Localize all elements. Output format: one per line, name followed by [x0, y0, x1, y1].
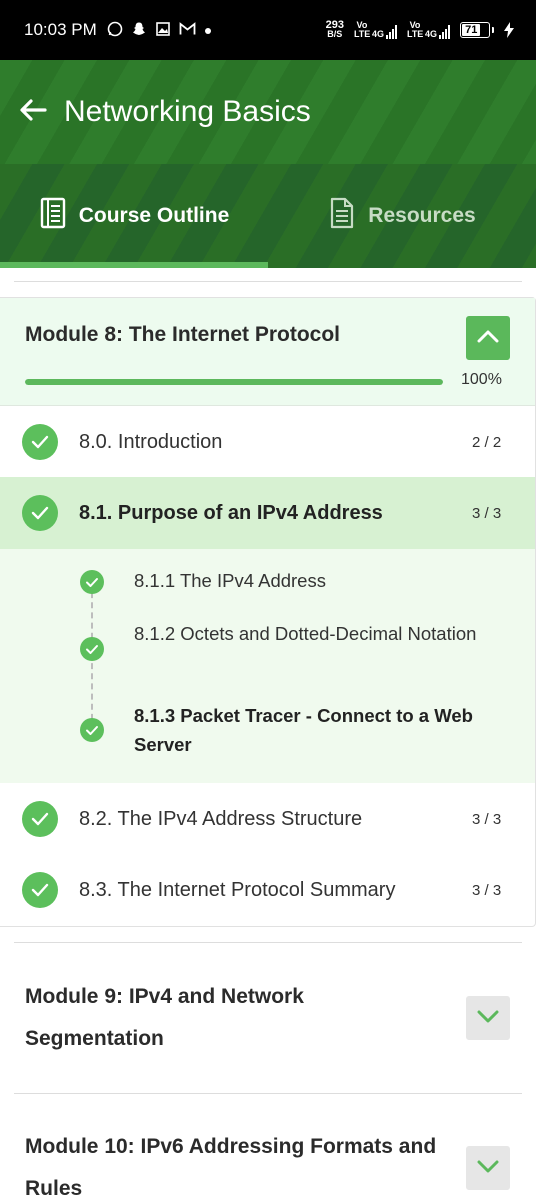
module-title[interactable]: Module 9: IPv4 and Network Segmentation — [25, 976, 445, 1060]
tab-course-outline[interactable]: Course Outline — [0, 164, 268, 268]
app-header: Networking Basics — [0, 60, 536, 164]
lesson-row[interactable]: 8.2. The IPv4 Address Structure 3 / 3 — [0, 783, 535, 855]
battery-icon: 71 — [460, 22, 494, 38]
whatsapp-icon — [107, 21, 123, 40]
check-circle-icon — [80, 718, 104, 742]
divider — [14, 1093, 522, 1094]
check-circle-icon — [80, 570, 104, 594]
status-right: 293 B/S Vo LTE 4G Vo LTE 4G 71 — [325, 19, 514, 39]
tab-resources[interactable]: Resources — [268, 164, 536, 268]
signal-bars-icon — [439, 25, 450, 39]
lesson-count: 3 / 3 — [472, 810, 502, 828]
lesson-count: 2 / 2 — [472, 433, 502, 451]
chevron-up-icon — [477, 329, 499, 348]
check-circle-icon — [22, 801, 58, 837]
divider — [14, 281, 522, 282]
divider — [14, 942, 522, 943]
tab-bar: Course Outline Resources — [0, 164, 536, 268]
progress-fill — [25, 379, 443, 385]
lesson-row[interactable]: 8.0. Introduction 2 / 2 — [0, 406, 535, 478]
chevron-down-icon — [477, 1159, 499, 1178]
status-bar: 10:03 PM 293 B/S Vo LTE 4G Vo LTE 4G 71 — [0, 0, 536, 60]
notification-icons — [107, 21, 212, 40]
lesson-label: 8.1. Purpose of an IPv4 Address — [79, 501, 383, 524]
lesson-count: 3 / 3 — [472, 881, 502, 899]
gmail-icon — [179, 21, 196, 39]
sim2-signal: Vo LTE 4G — [407, 21, 450, 39]
lesson-label: 8.3. The Internet Protocol Summary — [79, 878, 396, 901]
sub-topic-item-current[interactable]: 8.1.3 Packet Tracer - Connect to a Web S… — [134, 701, 514, 759]
sub-topic-list: 8.1.1 The IPv4 Address 8.1.2 Octets and … — [0, 549, 535, 783]
lesson-row[interactable]: 8.3. The Internet Protocol Summary 3 / 3 — [0, 854, 535, 926]
gallery-icon — [155, 21, 171, 40]
chevron-down-icon — [477, 1009, 499, 1028]
network-speed: 293 B/S — [325, 19, 344, 39]
module-progress-bar — [25, 379, 443, 385]
document-icon — [328, 197, 356, 235]
sub-topic-item[interactable]: 8.1.1 The IPv4 Address — [134, 566, 514, 595]
collapse-button[interactable] — [466, 316, 510, 360]
module-card-8: Module 8: The Internet Protocol 100% 8.0… — [0, 297, 536, 927]
sim1-signal: Vo LTE 4G — [354, 21, 397, 39]
lesson-label: 8.0. Introduction — [79, 430, 223, 453]
dot-icon — [204, 22, 212, 38]
page-title: Networking Basics — [64, 95, 311, 128]
tab-label: Course Outline — [78, 204, 230, 227]
tab-label: Resources — [368, 204, 476, 227]
expand-button[interactable] — [466, 1146, 510, 1190]
progress-percent: 100% — [461, 371, 502, 388]
check-circle-icon — [22, 495, 58, 531]
status-time: 10:03 PM — [24, 20, 97, 39]
lesson-label: 8.2. The IPv4 Address Structure — [79, 807, 363, 830]
signal-bars-icon — [385, 25, 397, 39]
lesson-row-active[interactable]: 8.1. Purpose of an IPv4 Address 3 / 3 — [0, 477, 535, 549]
lesson-count: 3 / 3 — [472, 504, 502, 522]
charging-icon — [504, 22, 514, 38]
snapchat-icon — [131, 21, 147, 40]
module-title[interactable]: Module 10: IPv6 Addressing Formats and R… — [25, 1126, 445, 1200]
module-header[interactable]: Module 8: The Internet Protocol 100% — [0, 298, 535, 406]
course-outline-icon — [39, 197, 67, 235]
back-arrow-icon[interactable] — [18, 95, 64, 130]
check-circle-icon — [22, 872, 58, 908]
expand-button[interactable] — [466, 996, 510, 1040]
sub-topic-item[interactable]: 8.1.2 Octets and Dotted-Decimal Notation — [134, 619, 514, 648]
module-title: Module 8: The Internet Protocol — [25, 323, 341, 346]
check-circle-icon — [80, 637, 104, 661]
check-circle-icon — [22, 424, 58, 460]
